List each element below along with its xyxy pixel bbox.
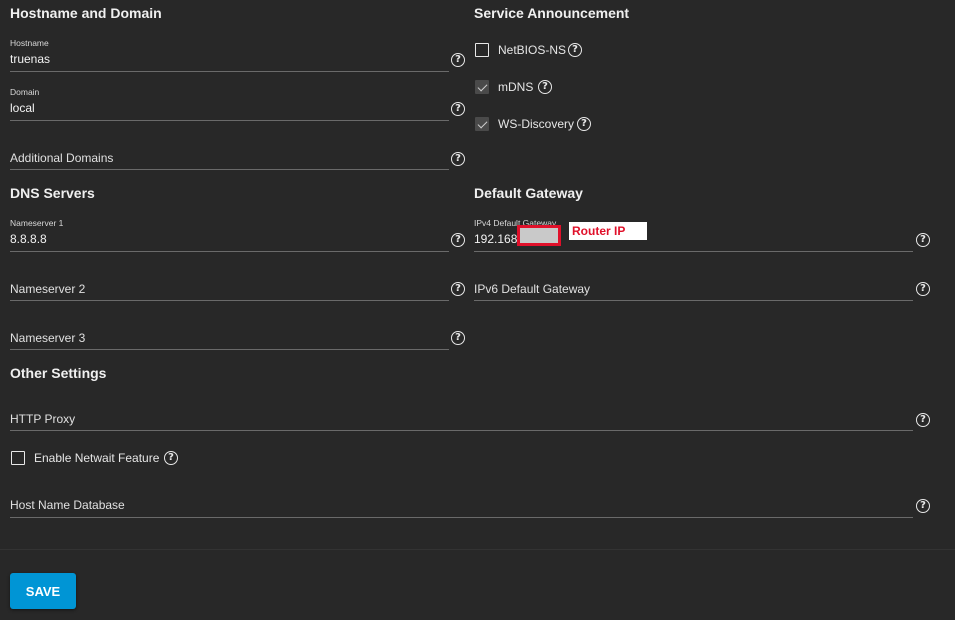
nameserver3-help-icon[interactable]: ? bbox=[451, 331, 465, 345]
save-button[interactable]: SAVE bbox=[10, 573, 76, 609]
ipv4-gateway-input[interactable]: 192.168 bbox=[474, 232, 517, 246]
mdns-checkbox[interactable] bbox=[475, 80, 489, 94]
ws-discovery-help-icon[interactable]: ? bbox=[577, 117, 591, 131]
netwait-checkbox[interactable] bbox=[11, 451, 25, 465]
http-proxy-input[interactable]: HTTP Proxy bbox=[10, 412, 910, 426]
ipv6-gateway-help-icon[interactable]: ? bbox=[916, 282, 930, 296]
http-proxy-help-icon[interactable]: ? bbox=[916, 413, 930, 427]
domain-label: Domain bbox=[10, 87, 40, 97]
hostname-input[interactable]: truenas bbox=[10, 52, 446, 66]
hostname-domain-title: Hostname and Domain bbox=[10, 5, 162, 21]
additional-domains-help-icon[interactable]: ? bbox=[451, 152, 465, 166]
ipv4-gateway-underline bbox=[474, 251, 913, 252]
netwait-help-icon[interactable]: ? bbox=[164, 451, 178, 465]
nameserver3-underline bbox=[10, 349, 449, 350]
other-settings-title: Other Settings bbox=[10, 365, 107, 381]
ws-discovery-label[interactable]: WS-Discovery bbox=[498, 117, 574, 131]
nameserver1-help-icon[interactable]: ? bbox=[451, 233, 465, 247]
dns-servers-title: DNS Servers bbox=[10, 185, 95, 201]
redaction-box bbox=[517, 225, 561, 246]
nameserver2-help-icon[interactable]: ? bbox=[451, 282, 465, 296]
footer-divider bbox=[0, 549, 955, 550]
hostname-help-icon[interactable]: ? bbox=[451, 53, 465, 67]
mdns-help-icon[interactable]: ? bbox=[538, 80, 552, 94]
default-gateway-title: Default Gateway bbox=[474, 185, 583, 201]
netwait-label[interactable]: Enable Netwait Feature bbox=[34, 451, 159, 465]
netbios-ns-checkbox[interactable] bbox=[475, 43, 489, 57]
ipv6-gateway-input[interactable]: IPv6 Default Gateway bbox=[474, 282, 910, 296]
http-proxy-underline bbox=[10, 430, 913, 431]
netbios-ns-label[interactable]: NetBIOS-NS bbox=[498, 43, 566, 57]
nameserver2-input[interactable]: Nameserver 2 bbox=[10, 282, 446, 296]
additional-domains-underline bbox=[10, 169, 449, 170]
host-name-database-underline bbox=[10, 517, 913, 518]
nameserver2-underline bbox=[10, 300, 449, 301]
mdns-label[interactable]: mDNS bbox=[498, 80, 533, 94]
nameserver3-input[interactable]: Nameserver 3 bbox=[10, 331, 446, 345]
nameserver1-label: Nameserver 1 bbox=[10, 218, 64, 228]
domain-input[interactable]: local bbox=[10, 101, 446, 115]
domain-underline bbox=[10, 120, 449, 121]
ws-discovery-checkbox[interactable] bbox=[475, 117, 489, 131]
ipv4-gateway-help-icon[interactable]: ? bbox=[916, 233, 930, 247]
host-name-database-input[interactable]: Host Name Database bbox=[10, 498, 910, 512]
hostname-label: Hostname bbox=[10, 38, 49, 48]
netbios-ns-help-icon[interactable]: ? bbox=[568, 43, 582, 57]
service-announcement-title: Service Announcement bbox=[474, 5, 630, 21]
nameserver1-input[interactable]: 8.8.8.8 bbox=[10, 232, 446, 246]
domain-help-icon[interactable]: ? bbox=[451, 102, 465, 116]
ipv6-gateway-underline bbox=[474, 300, 913, 301]
nameserver1-underline bbox=[10, 251, 449, 252]
hostname-underline bbox=[10, 71, 449, 72]
additional-domains-input[interactable]: Additional Domains bbox=[10, 151, 446, 165]
host-name-database-help-icon[interactable]: ? bbox=[916, 499, 930, 513]
router-ip-annotation: Router IP bbox=[569, 222, 647, 240]
